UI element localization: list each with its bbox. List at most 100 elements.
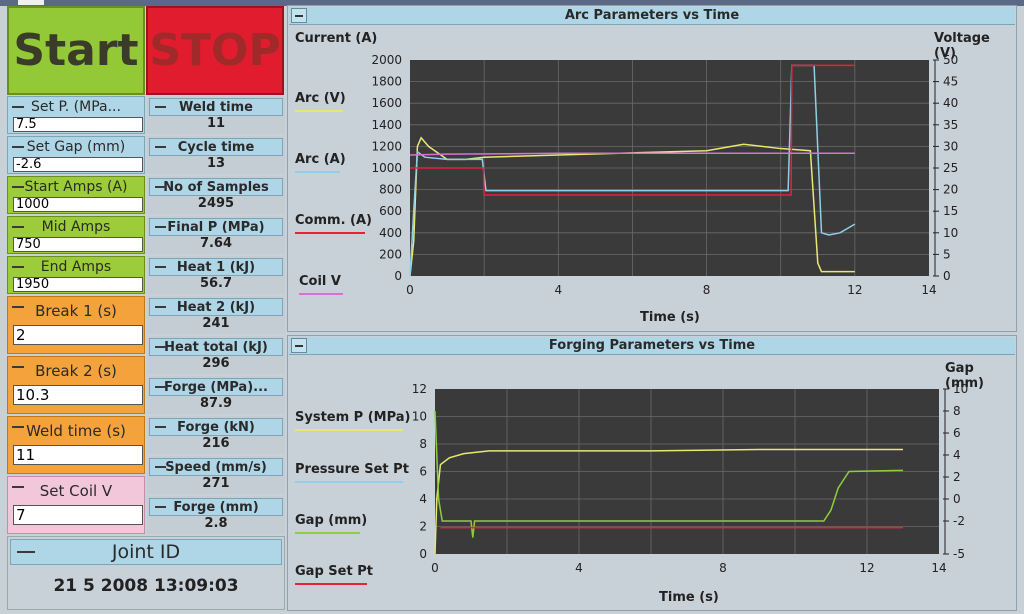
y-tick-label: 200 bbox=[379, 247, 402, 261]
y-tick-label: 4 bbox=[419, 492, 427, 506]
legend-entry: Pressure Set Pt bbox=[295, 462, 409, 483]
legend-swatch bbox=[295, 429, 403, 431]
legend-swatch bbox=[295, 532, 360, 534]
control-label: Break 1 (s) bbox=[35, 302, 117, 320]
legend-swatch bbox=[299, 293, 343, 295]
y2-tick-label: 5 bbox=[943, 247, 951, 261]
legend-entry: System P (MPa) bbox=[295, 410, 411, 431]
indicator-value: 13 bbox=[206, 156, 226, 171]
y2-tick-label: 8 bbox=[953, 404, 961, 418]
collapse-icon[interactable] bbox=[155, 346, 166, 348]
collapse-icon[interactable] bbox=[155, 386, 166, 388]
y-tick-label: 10 bbox=[412, 410, 427, 424]
indicator-5: Heat 2 (kJ) 241 bbox=[147, 296, 285, 334]
indicator-value: 271 bbox=[202, 476, 230, 491]
y2-tick-label: 10 bbox=[943, 226, 958, 240]
y-tick-label: 2 bbox=[419, 520, 427, 534]
y-tick-label: 0 bbox=[394, 269, 402, 283]
control-8: Set Coil V bbox=[7, 476, 145, 534]
indicator-10: Forge (mm) 2.8 bbox=[147, 496, 285, 534]
collapse-icon[interactable] bbox=[155, 266, 166, 268]
x-tick-label: 8 bbox=[703, 283, 711, 297]
y2-axis-label: Gap (mm) bbox=[945, 361, 984, 391]
control-3: Mid Amps bbox=[7, 216, 145, 254]
indicator-value: 216 bbox=[202, 436, 230, 451]
collapse-icon[interactable] bbox=[17, 551, 35, 553]
indicator-7: Forge (MPa)... 87.9 bbox=[147, 376, 285, 414]
indicator-value: 2495 bbox=[197, 196, 235, 211]
control-6: Break 2 (s) bbox=[7, 356, 145, 414]
indicator-value: 11 bbox=[206, 116, 226, 131]
indicator-8: Forge (kN) 216 bbox=[147, 416, 285, 454]
y-tick-label: 0 bbox=[419, 547, 427, 561]
collapse-icon[interactable] bbox=[155, 466, 166, 468]
legend-label: System P (MPa) bbox=[295, 410, 411, 425]
indicator-header: Weld time bbox=[149, 98, 283, 116]
control-label: Start Amps (A) bbox=[24, 179, 128, 195]
control-input[interactable] bbox=[13, 445, 143, 465]
control-input[interactable] bbox=[13, 325, 143, 345]
legend-label: Gap Set Pt bbox=[295, 564, 373, 579]
legend-swatch bbox=[295, 110, 343, 112]
collapse-icon[interactable] bbox=[155, 186, 166, 188]
legend-entry: Coil V bbox=[299, 274, 343, 295]
x-tick-label: 12 bbox=[859, 561, 874, 575]
control-input[interactable] bbox=[13, 385, 143, 405]
legend-swatch bbox=[295, 232, 365, 234]
y2-tick-label: 25 bbox=[943, 161, 958, 175]
control-label: End Amps bbox=[40, 259, 112, 275]
indicator-6: Heat total (kJ) 296 bbox=[147, 336, 285, 374]
joint-id-title: Joint ID bbox=[111, 541, 181, 563]
indicator-label: Cycle time bbox=[177, 139, 255, 155]
start-button[interactable]: Start bbox=[7, 6, 145, 95]
x-axis-label: Time (s) bbox=[640, 310, 700, 325]
control-input[interactable] bbox=[13, 237, 143, 252]
legend-entry: Gap (mm) bbox=[295, 513, 367, 534]
control-label: Set Gap (mm) bbox=[26, 139, 126, 155]
collapse-icon[interactable] bbox=[155, 306, 166, 308]
x-tick-label: 4 bbox=[554, 283, 562, 297]
indicator-label: Weld time bbox=[178, 99, 253, 115]
collapse-icon[interactable] bbox=[155, 226, 166, 228]
indicator-value: 241 bbox=[202, 316, 230, 331]
x-tick-label: 14 bbox=[931, 561, 946, 575]
y2-axis-label: Voltage (V) bbox=[934, 31, 990, 61]
indicator-label: Final P (MPa) bbox=[167, 219, 265, 235]
y2-tick-label: 20 bbox=[943, 183, 958, 197]
joint-id-panel: Joint ID 21 5 2008 13:09:03 bbox=[7, 536, 285, 610]
control-input[interactable] bbox=[13, 277, 143, 292]
control-label: Weld time (s) bbox=[26, 422, 126, 440]
chart-svg: 0200400600800100012001400160018002000051… bbox=[371, 53, 958, 297]
indicator-1: Cycle time 13 bbox=[147, 136, 285, 174]
control-label: Set Coil V bbox=[39, 482, 113, 500]
control-4: End Amps bbox=[7, 256, 145, 294]
collapse-icon[interactable] bbox=[155, 506, 166, 508]
indicator-4: Heat 1 (kJ) 56.7 bbox=[147, 256, 285, 294]
stop-button[interactable]: STOP bbox=[146, 6, 284, 95]
legend-label: Comm. (A) bbox=[295, 213, 372, 228]
legend-entry: Comm. (A) bbox=[295, 213, 372, 234]
control-7: Weld time (s) bbox=[7, 416, 145, 474]
control-label: Break 2 (s) bbox=[35, 362, 117, 380]
y2-tick-label: 35 bbox=[943, 118, 958, 132]
legend-label: Arc (A) bbox=[295, 152, 346, 167]
x-tick-label: 0 bbox=[431, 561, 439, 575]
indicator-header: Final P (MPa) bbox=[149, 218, 283, 236]
y-axis-label: Current (A) bbox=[295, 31, 378, 46]
x-axis-label: Time (s) bbox=[659, 590, 719, 605]
indicator-label: Forge (mm) bbox=[173, 499, 259, 515]
collapse-icon[interactable] bbox=[155, 426, 166, 428]
control-input[interactable] bbox=[13, 197, 143, 212]
control-5: Break 1 (s) bbox=[7, 296, 145, 354]
indicator-9: Speed (mm/s) 271 bbox=[147, 456, 285, 494]
indicator-label: No of Samples bbox=[163, 179, 269, 195]
collapse-icon[interactable] bbox=[155, 106, 166, 108]
indicator-value: 296 bbox=[202, 356, 230, 371]
control-input[interactable] bbox=[13, 117, 143, 132]
y2-tick-label: 45 bbox=[943, 75, 958, 89]
collapse-icon[interactable] bbox=[155, 146, 166, 148]
x-tick-label: 14 bbox=[921, 283, 936, 297]
indicator-header: Forge (MPa)... bbox=[149, 378, 283, 396]
control-input[interactable] bbox=[13, 157, 143, 172]
control-input[interactable] bbox=[13, 505, 143, 525]
